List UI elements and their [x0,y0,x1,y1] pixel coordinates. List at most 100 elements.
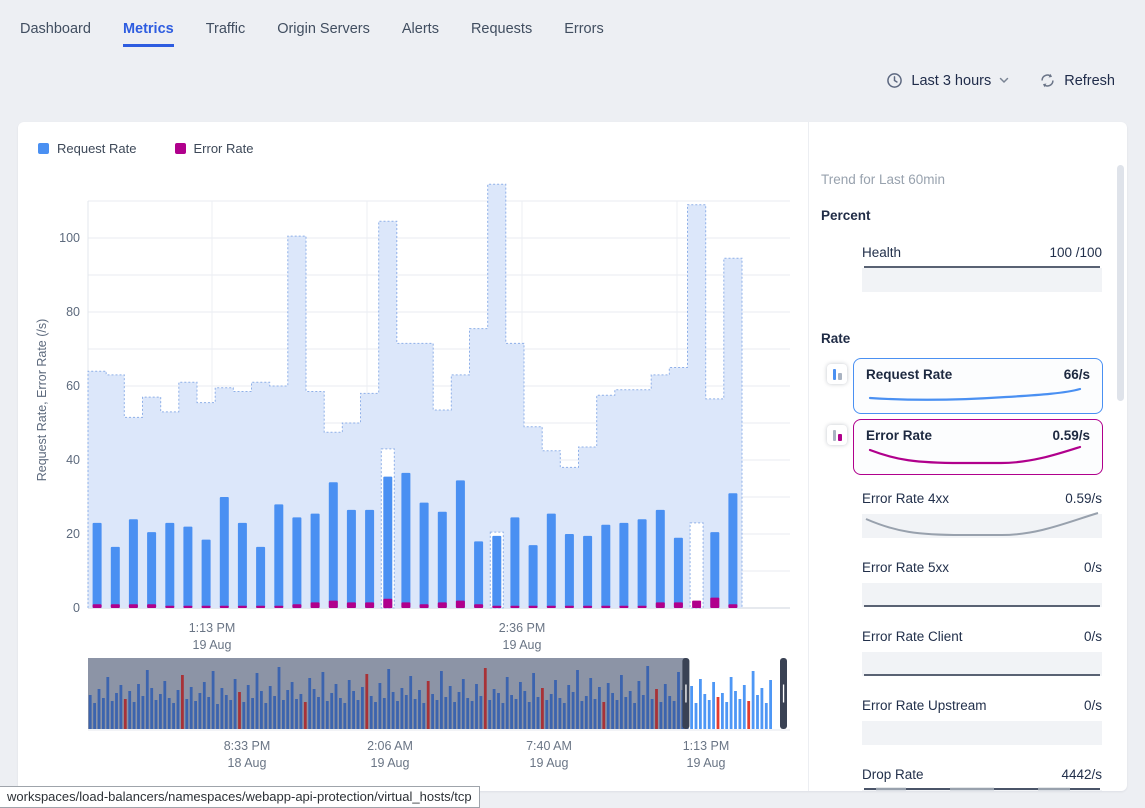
error-rate-bar[interactable] [329,601,338,608]
error-rate-bar[interactable] [438,602,447,608]
refresh-button[interactable]: Refresh [1039,72,1115,89]
trend-scrollbar-thumb[interactable] [1117,165,1124,401]
timeline-brush[interactable] [88,658,790,732]
error-rate-bar[interactable] [529,606,538,608]
metric-row-error-rate-4xx[interactable]: Error Rate 4xx0.59/s [862,491,1102,544]
bar-chart-icon[interactable] [827,425,847,445]
request-rate-bar[interactable] [147,532,156,608]
error-rate-bar[interactable] [692,601,701,608]
error-rate-bar[interactable] [93,604,102,608]
metric-row-error-rate-client[interactable]: Error Rate Client0/s [862,629,1102,682]
error-rate-bar[interactable] [492,606,501,608]
request-rate-bar[interactable] [383,477,392,608]
error-rate-bar[interactable] [510,606,519,608]
error-rate-bar[interactable] [238,606,247,608]
legend-request-rate[interactable]: Request Rate [38,141,137,156]
metric-card-error-rate[interactable]: Error Rate0.59/s [853,419,1103,475]
refresh-icon [1039,72,1056,89]
error-rate-bar[interactable] [183,606,192,608]
error-rate-bar[interactable] [674,602,683,608]
bar-chart-icon[interactable] [827,364,847,384]
error-rate-bar[interactable] [619,606,628,608]
error-rate-bar[interactable] [710,598,719,608]
request-rate-bar[interactable] [438,512,447,608]
request-rate-bar[interactable] [401,473,410,608]
error-rate-bar[interactable] [256,606,265,608]
request-rate-bar[interactable] [601,525,610,608]
error-rate-bar[interactable] [147,604,156,608]
metric-row-drop-rate[interactable]: Drop Rate4442/s [862,767,1102,791]
request-rate-bar[interactable] [347,510,356,608]
metric-row-error-rate-5xx[interactable]: Error Rate 5xx0/s [862,560,1102,613]
request-rate-bar[interactable] [329,482,338,608]
request-rate-bar[interactable] [183,527,192,608]
error-rate-bar[interactable] [220,606,229,608]
request-rate-bar[interactable] [93,523,102,608]
error-rate-bar[interactable] [401,602,410,608]
request-rate-bar[interactable] [311,514,320,608]
request-rate-bar[interactable] [202,540,211,609]
error-rate-bar[interactable] [383,599,392,608]
request-rate-bar[interactable] [238,523,247,608]
request-rate-bar[interactable] [474,541,483,608]
metric-row-health[interactable]: Health100 /100 [862,245,1102,298]
error-rate-bar[interactable] [165,606,174,608]
request-rate-bar[interactable] [456,480,465,608]
tab-requests[interactable]: Requests [471,21,532,47]
tab-metrics[interactable]: Metrics [123,21,174,47]
minimap-bar [326,701,329,729]
tab-alerts[interactable]: Alerts [402,21,439,47]
tab-errors[interactable]: Errors [564,21,603,47]
error-rate-bar[interactable] [565,606,574,608]
hollow-bar[interactable] [690,523,703,608]
error-rate-bar[interactable] [547,606,556,608]
error-rate-bar[interactable] [111,604,120,608]
request-rate-bar[interactable] [220,497,229,608]
metric-row-error-rate-upstream[interactable]: Error Rate Upstream0/s [862,698,1102,751]
tab-origin-servers[interactable]: Origin Servers [277,21,370,47]
error-rate-bar[interactable] [274,606,283,608]
request-rate-bar[interactable] [583,536,592,608]
request-rate-bar[interactable] [674,538,683,608]
error-rate-bar[interactable] [474,604,483,608]
request-rate-bar[interactable] [129,519,138,608]
metric-card-request-rate[interactable]: Request Rate66/s [853,358,1103,414]
tab-traffic[interactable]: Traffic [206,21,245,47]
request-rate-bar[interactable] [165,523,174,608]
request-rate-bar[interactable] [728,493,737,608]
error-rate-bar[interactable] [129,604,138,608]
error-rate-bar[interactable] [420,604,429,608]
request-rate-bar[interactable] [565,534,574,608]
request-rate-bar[interactable] [710,532,719,608]
error-rate-bar[interactable] [601,606,610,608]
error-rate-bar[interactable] [292,604,301,608]
minimap-bar [484,668,487,729]
request-rate-bar[interactable] [111,547,120,608]
request-rate-bar[interactable] [256,547,265,608]
request-error-rate-chart[interactable]: 0204060801001:13 PM19 Aug2:36 PM19 AugRe… [30,170,805,656]
minimap-bar [295,699,298,729]
tab-dashboard[interactable]: Dashboard [20,21,91,47]
error-rate-bar[interactable] [311,602,320,608]
error-rate-bar[interactable] [202,606,211,608]
error-rate-bar[interactable] [583,606,592,608]
request-rate-bar[interactable] [420,503,429,608]
request-rate-bar[interactable] [638,519,647,608]
request-rate-bar[interactable] [656,510,665,608]
request-rate-bar[interactable] [510,517,519,608]
request-rate-bar[interactable] [292,517,301,608]
request-rate-bar[interactable] [365,510,374,608]
time-range-button[interactable]: Last 3 hours [886,72,1009,89]
request-rate-bar[interactable] [529,545,538,608]
error-rate-bar[interactable] [347,602,356,608]
request-rate-bar[interactable] [492,536,501,608]
error-rate-bar[interactable] [456,601,465,608]
error-rate-bar[interactable] [728,604,737,608]
request-rate-bar[interactable] [547,514,556,608]
error-rate-bar[interactable] [638,606,647,608]
error-rate-bar[interactable] [365,602,374,608]
legend-error-rate[interactable]: Error Rate [175,141,254,156]
request-rate-bar[interactable] [274,504,283,608]
request-rate-bar[interactable] [619,523,628,608]
error-rate-bar[interactable] [656,602,665,608]
